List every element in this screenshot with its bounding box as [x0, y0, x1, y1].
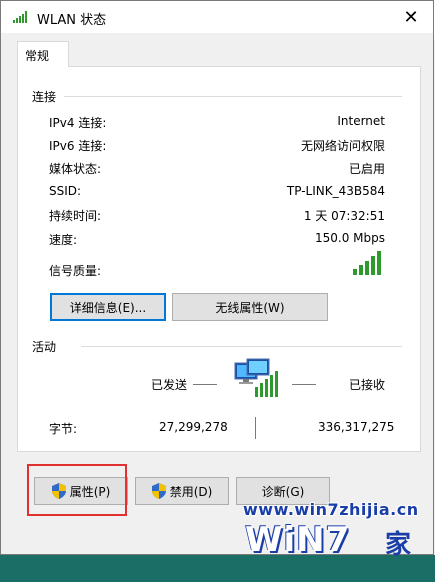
window-title: WLAN 状态 — [37, 13, 107, 28]
wifi-signal-icon — [13, 11, 27, 23]
title-bar[interactable]: WLAN 状态 ✕ — [1, 1, 433, 33]
wireless-properties-button[interactable]: 无线属性(W) — [172, 293, 328, 321]
watermark-logo: WiN7 — [245, 520, 351, 560]
uac-shield-icon — [151, 483, 166, 499]
received-label: 已接收 — [349, 378, 386, 392]
ipv4-value: Internet — [337, 114, 385, 128]
signal-strength-icon — [353, 251, 381, 275]
received-line — [292, 384, 316, 385]
duration-value: 1 天 07:32:51 — [303, 209, 385, 223]
speed-label: 速度: — [49, 233, 78, 247]
sent-label: 已发送 — [151, 378, 188, 392]
connection-section-title: 连接 — [32, 90, 57, 104]
sent-line — [193, 384, 217, 385]
ssid-label: SSID: — [49, 184, 82, 198]
bytes-separator — [255, 417, 256, 439]
ipv6-label: IPv6 连接: — [49, 139, 107, 153]
close-button[interactable]: ✕ — [399, 5, 423, 29]
ipv6-value: 无网络访问权限 — [300, 139, 385, 153]
highlight-box — [27, 464, 127, 516]
watermark-url: www.win7zhijia.cn — [243, 500, 419, 519]
ssid-value: TP-LINK_43B584 — [286, 184, 385, 198]
media-state-value: 已启用 — [348, 162, 385, 176]
bytes-received-value: 336,317,275 — [318, 420, 395, 434]
close-icon: ✕ — [403, 6, 419, 28]
wlan-status-dialog: WLAN 状态 ✕ 常规 连接 IPv4 连接: Internet IPv6 连… — [0, 0, 434, 555]
tab-general[interactable]: 常规 — [17, 41, 69, 67]
watermark-suffix: 家 — [385, 530, 412, 560]
signal-quality-label: 信号质量: — [49, 264, 102, 278]
diagnose-button-label: 诊断(G) — [261, 484, 305, 499]
site-watermark: www.win7zhijia.cn WiN7 家 — [215, 498, 433, 564]
wireless-properties-button-label: 无线属性(W) — [215, 300, 285, 315]
tab-general-label: 常规 — [25, 49, 50, 63]
activity-section-title: 活动 — [32, 340, 57, 354]
bytes-label: 字节: — [49, 422, 78, 436]
details-button[interactable]: 详细信息(E)... — [50, 293, 166, 321]
ipv4-label: IPv4 连接: — [49, 116, 107, 130]
duration-label: 持续时间: — [49, 209, 102, 223]
details-button-label: 详细信息(E)... — [69, 300, 147, 315]
media-state-label: 媒体状态: — [49, 162, 102, 176]
bytes-sent-value: 27,299,278 — [159, 420, 228, 434]
disable-button-label: 禁用(D) — [169, 484, 213, 499]
speed-value: 150.0 Mbps — [314, 231, 385, 245]
activity-divider — [81, 346, 402, 347]
network-computer-icon — [234, 358, 278, 397]
connection-divider — [64, 96, 402, 97]
